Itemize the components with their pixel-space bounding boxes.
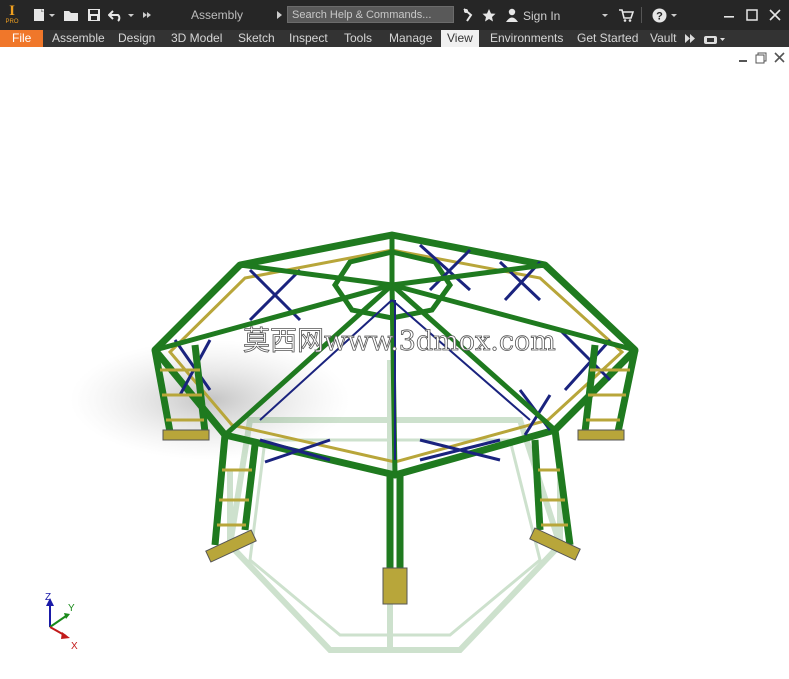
ribbon-tab-bar: File Assemble Design 3D Model Sketch Ins…	[0, 30, 789, 47]
help-dropdown-icon[interactable]	[669, 6, 679, 24]
title-bar: I PRO Assembly Sign In	[0, 0, 789, 30]
open-folder-icon[interactable]	[62, 6, 80, 24]
title-arrow-icon[interactable]	[274, 6, 284, 24]
tab-inspect[interactable]: Inspect	[289, 30, 328, 47]
sign-in-link[interactable]: Sign In	[523, 9, 560, 23]
ribbon-display-icon[interactable]	[704, 34, 726, 48]
user-icon[interactable]	[503, 6, 521, 24]
ribbon-more-icon[interactable]	[684, 33, 696, 47]
save-icon[interactable]	[85, 6, 103, 24]
truss-model: 莫西网www.3dmox.com	[70, 231, 639, 653]
tab-vault[interactable]: Vault	[650, 30, 676, 47]
search-input[interactable]	[288, 7, 453, 23]
tab-3d-model[interactable]: 3D Model	[171, 30, 222, 47]
minimize-icon[interactable]	[720, 6, 738, 24]
toolbar-divider	[641, 7, 642, 23]
maximize-icon[interactable]	[743, 6, 761, 24]
triad-z-label: Z	[45, 592, 51, 603]
new-file-icon[interactable]	[30, 6, 48, 24]
search-box[interactable]	[287, 6, 454, 23]
tab-environments[interactable]: Environments	[490, 30, 563, 47]
triad-x-label: X	[71, 641, 78, 652]
tab-get-started[interactable]: Get Started	[577, 30, 638, 47]
tab-assemble[interactable]: Assemble	[52, 30, 105, 47]
cart-icon[interactable]	[617, 6, 635, 24]
close-icon[interactable]	[766, 6, 784, 24]
document-title: Assembly	[191, 8, 244, 22]
app-logo-letter: I	[9, 3, 15, 19]
binoculars-icon[interactable]	[459, 6, 477, 24]
app-logo-sub: PRO	[5, 19, 19, 25]
triad-y-label: Y	[68, 603, 75, 614]
tab-sketch[interactable]: Sketch	[238, 30, 275, 47]
undo-icon[interactable]	[107, 6, 125, 24]
svg-text:?: ?	[656, 10, 663, 22]
help-icon[interactable]: ?	[650, 6, 668, 24]
app-logo[interactable]: I PRO	[4, 3, 20, 27]
favorites-star-icon[interactable]	[480, 6, 498, 24]
tab-tools[interactable]: Tools	[344, 30, 372, 47]
viewport-watermark: 莫西网www.3dmox.com	[243, 326, 556, 357]
tab-design[interactable]: Design	[118, 30, 155, 47]
graphics-window[interactable]: 莫西网www.3dmox.com Z Y X	[0, 47, 789, 679]
sign-in-dropdown-icon[interactable]	[600, 6, 610, 24]
tab-manage[interactable]: Manage	[389, 30, 432, 47]
tab-view[interactable]: View	[441, 30, 479, 47]
qat-more-icon[interactable]	[141, 6, 153, 24]
new-dropdown-icon[interactable]	[47, 6, 57, 24]
undo-dropdown-icon[interactable]	[126, 6, 136, 24]
tab-file[interactable]: File	[0, 30, 44, 47]
view-triad[interactable]: Z Y X	[40, 592, 85, 654]
